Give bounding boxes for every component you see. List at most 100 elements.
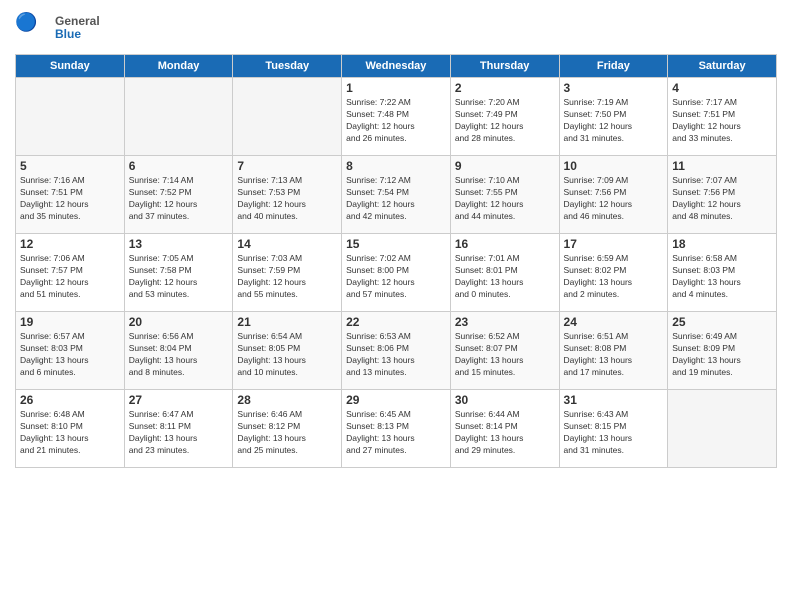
day-number: 8 (346, 159, 446, 173)
calendar-cell: 2 Sunrise: 7:20 AM Sunset: 7:49 PM Daylig… (450, 78, 559, 156)
day-number: 9 (455, 159, 555, 173)
day-number: 16 (455, 237, 555, 251)
calendar-cell: 9Sunrise: 7:10 AM Sunset: 7:55 PM Daylig… (450, 156, 559, 234)
day-number: 13 (129, 237, 229, 251)
day-info: Sunrise: 6:51 AM Sunset: 8:08 PM Dayligh… (564, 331, 664, 379)
day-info: Sunrise: 6:56 AM Sunset: 8:04 PM Dayligh… (129, 331, 229, 379)
day-number: 17 (564, 237, 664, 251)
day-number: 14 (237, 237, 337, 251)
calendar-week-5: 26 Sunrise: 6:48 AM Sunset: 8:10 PM Dayli… (16, 390, 777, 468)
calendar-cell: 14 Sunrise: 7:03 AM Sunset: 7:59 PM Dayli… (233, 234, 342, 312)
day-number: 2 (455, 81, 555, 95)
day-info: Sunrise: 6:59 AM Sunset: 8:02 PM Dayligh… (564, 253, 664, 301)
calendar-cell (668, 390, 777, 468)
calendar-cell: 31Sunrise: 6:43 AM Sunset: 8:15 PM Dayli… (559, 390, 668, 468)
calendar-week-1: 1 Sunrise: 7:22 AM Sunset: 7:48 PM Daylig… (16, 78, 777, 156)
calendar-cell: 15Sunrise: 7:02 AM Sunset: 8:00 PM Dayli… (342, 234, 451, 312)
calendar-cell: 13 Sunrise: 7:05 AM Sunset: 7:58 PM Dayli… (124, 234, 233, 312)
day-info: Sunrise: 7:19 AM Sunset: 7:50 PM Dayligh… (564, 97, 664, 145)
weekday-friday: Friday (559, 55, 668, 78)
day-number: 3 (564, 81, 664, 95)
calendar-cell: 8 Sunrise: 7:12 AM Sunset: 7:54 PM Daylig… (342, 156, 451, 234)
day-number: 22 (346, 315, 446, 329)
day-number: 21 (237, 315, 337, 329)
day-info: Sunrise: 6:47 AM Sunset: 8:11 PM Dayligh… (129, 409, 229, 457)
day-info: Sunrise: 7:01 AM Sunset: 8:01 PM Dayligh… (455, 253, 555, 301)
day-number: 6 (129, 159, 229, 173)
day-info: Sunrise: 6:53 AM Sunset: 8:06 PM Dayligh… (346, 331, 446, 379)
calendar-cell: 27 Sunrise: 6:47 AM Sunset: 8:11 PM Dayli… (124, 390, 233, 468)
calendar-cell: 18Sunrise: 6:58 AM Sunset: 8:03 PM Dayli… (668, 234, 777, 312)
day-info: Sunrise: 6:58 AM Sunset: 8:03 PM Dayligh… (672, 253, 772, 301)
day-number: 11 (672, 159, 772, 173)
calendar-table: SundayMondayTuesdayWednesdayThursdayFrid… (15, 54, 777, 468)
day-info: Sunrise: 7:07 AM Sunset: 7:56 PM Dayligh… (672, 175, 772, 223)
day-number: 20 (129, 315, 229, 329)
calendar-cell: 7 Sunrise: 7:13 AM Sunset: 7:53 PM Daylig… (233, 156, 342, 234)
day-number: 12 (20, 237, 120, 251)
day-number: 28 (237, 393, 337, 407)
day-number: 24 (564, 315, 664, 329)
day-info: Sunrise: 7:17 AM Sunset: 7:51 PM Dayligh… (672, 97, 772, 145)
calendar-cell: 12Sunrise: 7:06 AM Sunset: 7:57 PM Dayli… (16, 234, 125, 312)
calendar-cell: 26 Sunrise: 6:48 AM Sunset: 8:10 PM Dayli… (16, 390, 125, 468)
calendar-cell: 11 Sunrise: 7:07 AM Sunset: 7:56 PM Dayli… (668, 156, 777, 234)
calendar-page: 🔵 General Blue SundayMondayTuesdayWednes… (0, 0, 792, 612)
day-number: 27 (129, 393, 229, 407)
weekday-monday: Monday (124, 55, 233, 78)
day-number: 7 (237, 159, 337, 173)
day-number: 1 (346, 81, 446, 95)
day-info: Sunrise: 7:02 AM Sunset: 8:00 PM Dayligh… (346, 253, 446, 301)
calendar-cell: 4 Sunrise: 7:17 AM Sunset: 7:51 PM Daylig… (668, 78, 777, 156)
day-number: 5 (20, 159, 120, 173)
day-info: Sunrise: 6:57 AM Sunset: 8:03 PM Dayligh… (20, 331, 120, 379)
calendar-cell: 25Sunrise: 6:49 AM Sunset: 8:09 PM Dayli… (668, 312, 777, 390)
calendar-cell: 16 Sunrise: 7:01 AM Sunset: 8:01 PM Dayli… (450, 234, 559, 312)
calendar-cell: 22 Sunrise: 6:53 AM Sunset: 8:06 PM Dayli… (342, 312, 451, 390)
day-info: Sunrise: 6:43 AM Sunset: 8:15 PM Dayligh… (564, 409, 664, 457)
calendar-cell: 20 Sunrise: 6:56 AM Sunset: 8:04 PM Dayli… (124, 312, 233, 390)
day-info: Sunrise: 7:14 AM Sunset: 7:52 PM Dayligh… (129, 175, 229, 223)
weekday-header-row: SundayMondayTuesdayWednesdayThursdayFrid… (16, 55, 777, 78)
day-info: Sunrise: 7:05 AM Sunset: 7:58 PM Dayligh… (129, 253, 229, 301)
day-info: Sunrise: 7:16 AM Sunset: 7:51 PM Dayligh… (20, 175, 120, 223)
day-info: Sunrise: 7:22 AM Sunset: 7:48 PM Dayligh… (346, 97, 446, 145)
weekday-tuesday: Tuesday (233, 55, 342, 78)
calendar-cell: 17 Sunrise: 6:59 AM Sunset: 8:02 PM Dayli… (559, 234, 668, 312)
day-info: Sunrise: 7:03 AM Sunset: 7:59 PM Dayligh… (237, 253, 337, 301)
logo-icon: 🔵 (15, 10, 51, 46)
calendar-cell: 28 Sunrise: 6:46 AM Sunset: 8:12 PM Dayli… (233, 390, 342, 468)
header: 🔵 General Blue (15, 10, 777, 46)
calendar-week-2: 5 Sunrise: 7:16 AM Sunset: 7:51 PM Daylig… (16, 156, 777, 234)
calendar-week-4: 19 Sunrise: 6:57 AM Sunset: 8:03 PM Dayli… (16, 312, 777, 390)
day-info: Sunrise: 7:09 AM Sunset: 7:56 PM Dayligh… (564, 175, 664, 223)
calendar-cell: 30Sunrise: 6:44 AM Sunset: 8:14 PM Dayli… (450, 390, 559, 468)
calendar-cell: 23 Sunrise: 6:52 AM Sunset: 8:07 PM Dayli… (450, 312, 559, 390)
day-info: Sunrise: 7:13 AM Sunset: 7:53 PM Dayligh… (237, 175, 337, 223)
day-info: Sunrise: 7:12 AM Sunset: 7:54 PM Dayligh… (346, 175, 446, 223)
day-info: Sunrise: 6:48 AM Sunset: 8:10 PM Dayligh… (20, 409, 120, 457)
calendar-cell: 3 Sunrise: 7:19 AM Sunset: 7:50 PM Daylig… (559, 78, 668, 156)
day-number: 10 (564, 159, 664, 173)
weekday-sunday: Sunday (16, 55, 125, 78)
calendar-cell: 24 Sunrise: 6:51 AM Sunset: 8:08 PM Dayli… (559, 312, 668, 390)
calendar-cell: 29Sunrise: 6:45 AM Sunset: 8:13 PM Dayli… (342, 390, 451, 468)
calendar-cell (233, 78, 342, 156)
calendar-cell: 1 Sunrise: 7:22 AM Sunset: 7:48 PM Daylig… (342, 78, 451, 156)
day-info: Sunrise: 6:45 AM Sunset: 8:13 PM Dayligh… (346, 409, 446, 457)
weekday-wednesday: Wednesday (342, 55, 451, 78)
day-info: Sunrise: 6:52 AM Sunset: 8:07 PM Dayligh… (455, 331, 555, 379)
day-number: 23 (455, 315, 555, 329)
calendar-cell: 10 Sunrise: 7:09 AM Sunset: 7:56 PM Dayli… (559, 156, 668, 234)
day-number: 4 (672, 81, 772, 95)
svg-text:🔵: 🔵 (15, 11, 37, 32)
day-number: 19 (20, 315, 120, 329)
calendar-week-3: 12Sunrise: 7:06 AM Sunset: 7:57 PM Dayli… (16, 234, 777, 312)
day-number: 26 (20, 393, 120, 407)
calendar-cell (16, 78, 125, 156)
day-info: Sunrise: 7:20 AM Sunset: 7:49 PM Dayligh… (455, 97, 555, 145)
day-info: Sunrise: 6:46 AM Sunset: 8:12 PM Dayligh… (237, 409, 337, 457)
logo-blue: Blue (55, 28, 100, 41)
day-info: Sunrise: 6:54 AM Sunset: 8:05 PM Dayligh… (237, 331, 337, 379)
day-info: Sunrise: 6:49 AM Sunset: 8:09 PM Dayligh… (672, 331, 772, 379)
